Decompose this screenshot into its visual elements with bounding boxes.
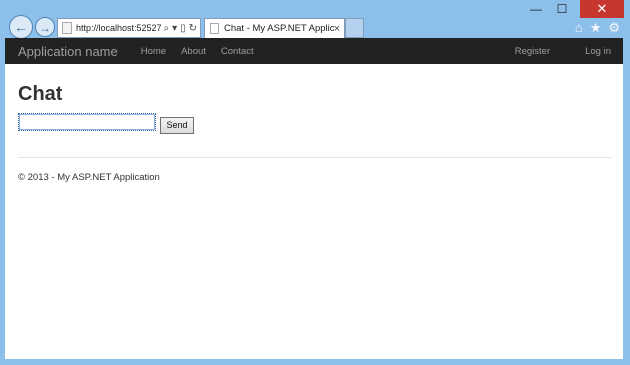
maximize-button[interactable]: ☐ (554, 2, 570, 16)
nav-home[interactable]: Home (141, 46, 166, 57)
search-icon[interactable]: ⌕ (163, 23, 169, 34)
compat-view-icon[interactable]: ▯ (180, 23, 186, 34)
page-icon (62, 22, 72, 34)
brand-link[interactable]: Application name (18, 44, 118, 59)
address-tools: ⌕ ▾ ▯ ↻ (163, 23, 197, 34)
tab-title: Chat - My ASP.NET Applica... (224, 23, 334, 34)
close-window-button[interactable]: ✕ (580, 0, 624, 18)
url-text[interactable]: http://localhost:52527 (76, 23, 163, 33)
favorites-icon[interactable]: ★ (590, 20, 602, 36)
site-navbar: Application name Home About Contact Regi… (5, 38, 623, 64)
address-bar[interactable]: http://localhost:52527 ⌕ ▾ ▯ ↻ (57, 18, 201, 38)
divider (18, 157, 612, 158)
footer-text: © 2013 - My ASP.NET Application (18, 172, 160, 183)
settings-icon[interactable]: ⚙ (608, 20, 620, 36)
forward-button[interactable]: → (35, 17, 55, 37)
page-content: Application name Home About Contact Regi… (5, 38, 623, 359)
close-tab-icon[interactable]: × (334, 23, 340, 35)
new-tab-button[interactable] (345, 18, 364, 38)
tab-chat[interactable]: Chat - My ASP.NET Applica... × (204, 18, 345, 38)
send-button[interactable]: Send (160, 117, 194, 134)
nav-about[interactable]: About (181, 46, 206, 57)
refresh-icon[interactable]: ↻ (189, 23, 197, 34)
page-title: Chat (18, 83, 63, 105)
minimize-button[interactable]: — (528, 2, 544, 16)
home-icon[interactable]: ⌂ (575, 20, 583, 36)
window-caption-buttons: — ☐ ✕ (528, 0, 624, 18)
nav-right: Register Log in (502, 38, 613, 64)
browser-toolbar-icons: ⌂ ★ ⚙ (575, 20, 620, 36)
nav-register[interactable]: Register (515, 46, 550, 57)
dropdown-icon[interactable]: ▾ (172, 23, 177, 34)
nav-contact[interactable]: Contact (221, 46, 254, 57)
nav-login[interactable]: Log in (585, 46, 611, 57)
back-arrow-icon: ← (14, 19, 28, 35)
forward-arrow-icon: → (39, 21, 51, 35)
page-favicon-icon (210, 23, 219, 34)
message-input[interactable] (18, 113, 156, 131)
back-button[interactable]: ← (9, 15, 33, 39)
browser-window: — ☐ ✕ ⌂ ★ ⚙ ← → http://localhost:52527 ⌕… (0, 0, 630, 365)
